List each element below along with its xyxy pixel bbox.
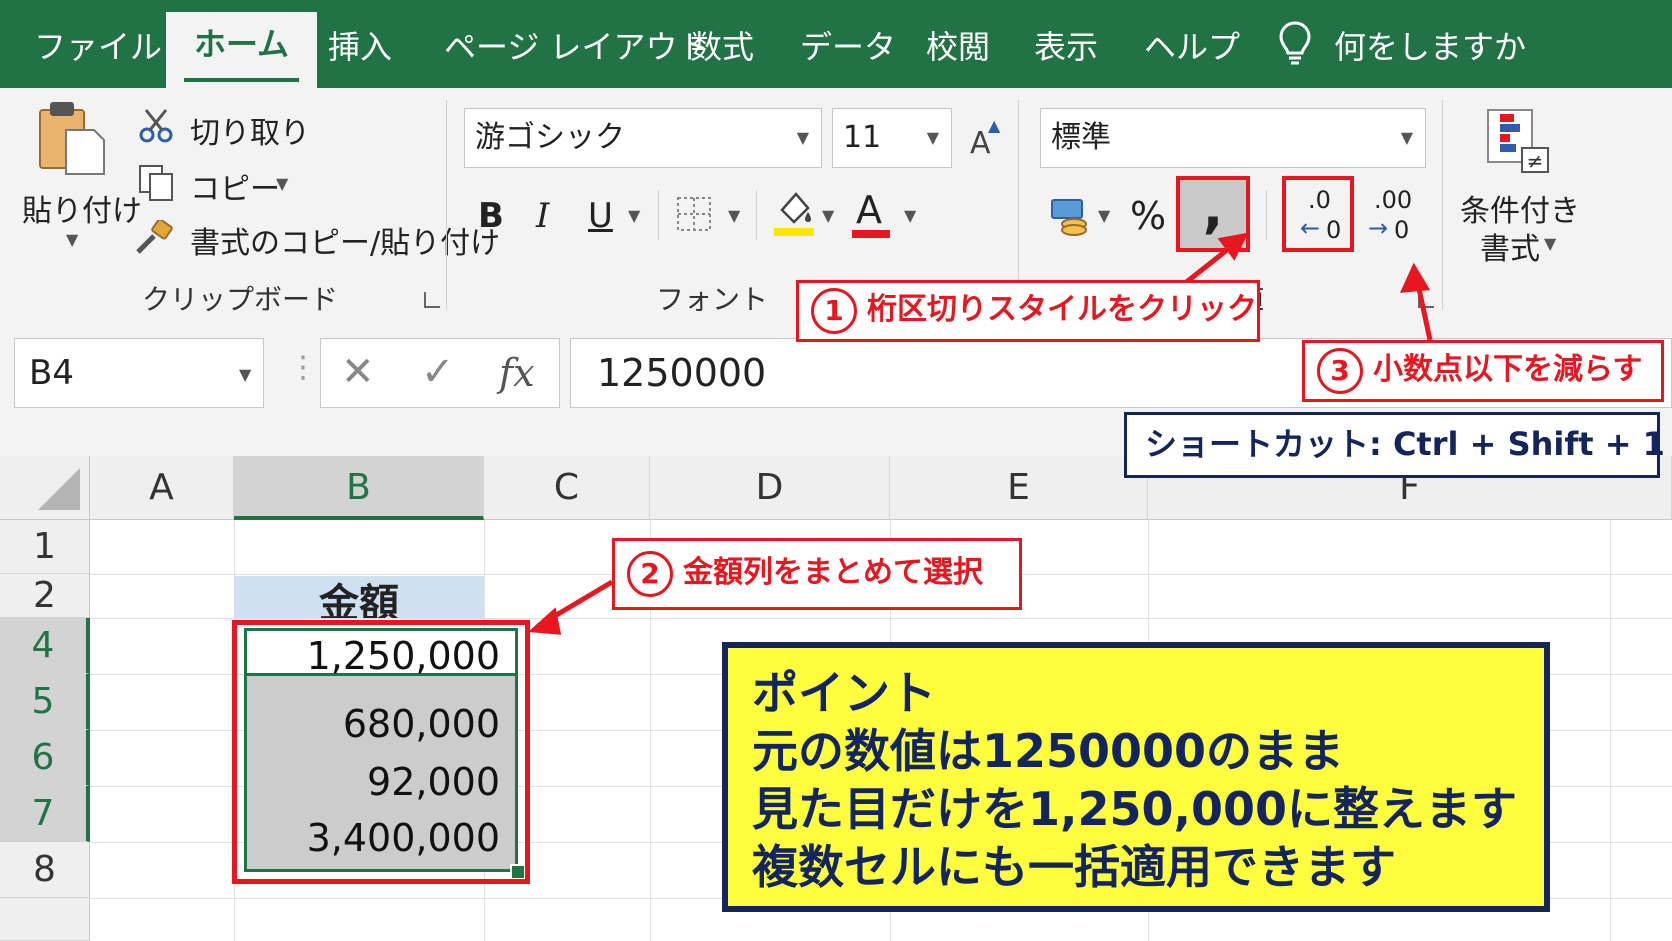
point-title: ポイント	[752, 666, 936, 720]
point-line-3: 複数セルにも一括適用できます	[752, 840, 1396, 894]
step2-number: 2	[627, 550, 673, 597]
step2-text: 金額列をまとめて選択	[683, 555, 983, 590]
arrow-step3-line	[1415, 283, 1433, 341]
point-line-1: 元の数値は1250000のまま	[752, 724, 1345, 778]
step3-number: 3	[1317, 347, 1363, 394]
arrow-step1-line	[1182, 244, 1234, 286]
point-note-box: ポイント 元の数値は1250000のまま 見た目だけを1,250,000に整えま…	[722, 642, 1550, 912]
callout-shortcut: ショートカット: Ctrl + Shift + 1	[1124, 412, 1665, 478]
step1-number: 1	[811, 287, 857, 334]
callout-step1: 1 桁区切りスタイルをクリック	[796, 280, 1260, 342]
callout-step3: 3 小数点以下を減らす	[1302, 340, 1664, 402]
arrow-step2-line	[546, 579, 614, 623]
callout-step2: 2 金額列をまとめて選択	[612, 538, 1022, 610]
arrow-step2-head	[528, 607, 562, 635]
arrow-step3-head	[1399, 262, 1431, 293]
step3-text: 小数点以下を減らす	[1373, 352, 1643, 387]
step1-text: 桁区切りスタイルをクリック	[867, 292, 1257, 327]
point-line-2: 見た目だけを1,250,000に整えます	[752, 782, 1517, 836]
